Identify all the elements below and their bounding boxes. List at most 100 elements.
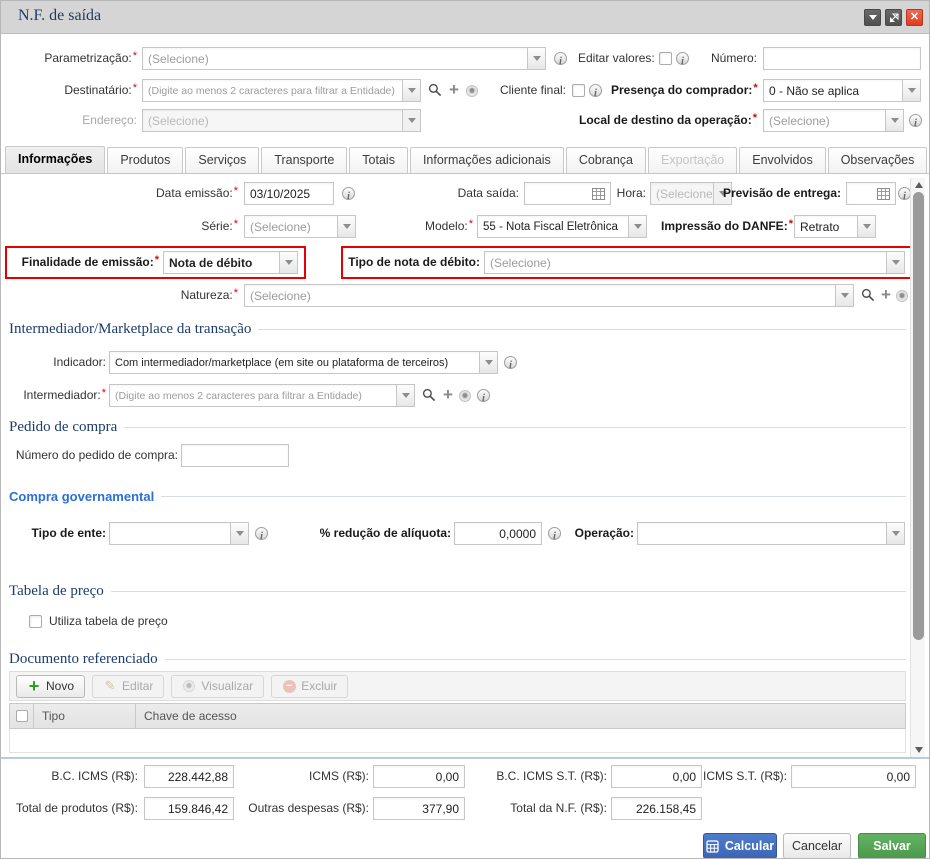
novo-button[interactable]: Novo	[16, 675, 85, 698]
tab-informacoes[interactable]: Informações	[5, 146, 105, 173]
local-destino-select[interactable]: (Selecione)	[763, 109, 904, 132]
tab-transporte[interactable]: Transporte	[261, 147, 347, 173]
close-icon[interactable]	[906, 9, 923, 26]
dropdown-arrow-icon[interactable]	[886, 523, 904, 544]
window-titlebar[interactable]: N.F. de saída	[1, 1, 929, 34]
modelo-value: 55 - Nota Fiscal Eletrônica	[478, 216, 628, 237]
cliente-final-checkbox[interactable]	[572, 84, 585, 97]
finalidade-emissao-select[interactable]: Nota de débito	[163, 251, 298, 274]
select-all-checkbox[interactable]	[10, 704, 34, 728]
parametrizacao-select[interactable]: (Selecione)	[142, 47, 546, 70]
add-icon[interactable]	[441, 387, 455, 403]
total-produtos-input[interactable]: 159.846,42	[144, 797, 234, 820]
indicador-select[interactable]: Com intermediador/marketplace (em site o…	[109, 351, 498, 374]
dropdown-arrow-icon[interactable]	[885, 110, 903, 131]
tab-totais[interactable]: Totais	[349, 147, 408, 173]
dropdown-arrow-icon[interactable]	[857, 216, 875, 237]
info-icon[interactable]	[342, 187, 355, 200]
hora-value: (Selecione)	[651, 183, 713, 204]
dropdown-arrow-icon[interactable]	[279, 252, 297, 273]
utiliza-tabela-checkbox[interactable]	[29, 615, 42, 628]
tab-exportacao: Exportação	[648, 147, 737, 173]
operacao-select[interactable]	[637, 522, 905, 545]
info-icon[interactable]	[909, 114, 922, 127]
section-compra-governamental: Compra governamental	[9, 486, 906, 506]
total-nf-input[interactable]: 226.158,45	[611, 797, 702, 820]
add-icon[interactable]	[879, 287, 893, 303]
dropdown-arrow-icon[interactable]	[902, 80, 920, 101]
calendar-icon[interactable]	[877, 188, 890, 200]
dropdown-arrow-icon[interactable]	[479, 352, 497, 373]
tipo-ente-select[interactable]	[109, 522, 249, 545]
info-icon[interactable]	[255, 527, 268, 540]
calcular-button[interactable]: Calcular	[703, 833, 777, 859]
endereco-label: Endereço:	[1, 109, 137, 132]
presenca-comprador-select[interactable]: 0 - Não se aplica	[763, 79, 921, 102]
icms-input[interactable]: 0,00	[373, 765, 465, 788]
previsao-entrega-input[interactable]	[846, 182, 896, 205]
search-icon[interactable]	[422, 388, 436, 402]
restore-icon[interactable]	[885, 9, 902, 26]
view-icon	[466, 85, 478, 97]
search-icon[interactable]	[861, 288, 875, 302]
column-header-chave[interactable]: Chave de acesso	[136, 704, 905, 728]
info-icon[interactable]	[554, 52, 567, 65]
scroll-down-icon[interactable]	[915, 747, 923, 753]
dropdown-arrow-icon[interactable]	[835, 285, 853, 306]
modelo-select[interactable]: 55 - Nota Fiscal Eletrônica	[477, 215, 647, 238]
destinatario-placeholder: (Digite ao menos 2 caracteres para filtr…	[143, 80, 402, 101]
tab-cobranca[interactable]: Cobrança	[566, 147, 646, 173]
doc-ref-table-body	[9, 729, 906, 753]
numero-pedido-input[interactable]	[181, 444, 289, 467]
tipo-nota-debito-select[interactable]: (Selecione)	[484, 251, 905, 274]
numero-input[interactable]	[763, 47, 921, 70]
info-icon[interactable]	[548, 527, 561, 540]
outras-despesas-input[interactable]: 377,90	[373, 797, 465, 820]
search-icon[interactable]	[428, 83, 442, 97]
dropdown-arrow-icon[interactable]	[628, 216, 646, 237]
section-title: Pedido de compra	[9, 419, 124, 436]
dropdown-arrow-icon[interactable]	[230, 523, 248, 544]
collapse-icon[interactable]	[864, 9, 881, 26]
intermediador-select[interactable]: (Digite ao menos 2 caracteres para filtr…	[109, 384, 415, 407]
endereco-value: (Selecione)	[143, 110, 402, 131]
tab-produtos[interactable]: Produtos	[107, 147, 183, 173]
scrollbar-thumb[interactable]	[913, 192, 924, 640]
delete-icon	[282, 679, 296, 693]
tipo-ente-value	[110, 523, 230, 544]
reducao-aliquota-input[interactable]: 0,0000	[454, 522, 542, 545]
utiliza-tabela-label: Utiliza tabela de preço	[49, 610, 209, 633]
total-produtos-label: Total de produtos (R$):	[1, 797, 138, 820]
natureza-select[interactable]: (Selecione)	[244, 284, 854, 307]
dropdown-arrow-icon[interactable]	[396, 385, 414, 406]
add-icon[interactable]	[447, 82, 461, 98]
window-controls	[864, 9, 923, 26]
destinatario-select[interactable]: (Digite ao menos 2 caracteres para filtr…	[142, 79, 421, 102]
dropdown-arrow-icon[interactable]	[886, 252, 904, 273]
dropdown-arrow-icon[interactable]	[402, 80, 420, 101]
info-icon[interactable]	[504, 356, 517, 369]
tab-envolvidos[interactable]: Envolvidos	[739, 147, 825, 173]
numero-label: Número:	[641, 47, 757, 70]
impressao-danfe-select[interactable]: Retrato	[794, 215, 876, 238]
outras-despesas-label: Outras despesas (R$):	[234, 797, 369, 820]
data-emissao-input[interactable]: 03/10/2025	[244, 182, 334, 205]
dropdown-arrow-icon[interactable]	[337, 216, 355, 237]
scroll-up-icon[interactable]	[915, 182, 923, 188]
salvar-button[interactable]: Salvar	[858, 833, 926, 859]
icms-st-input[interactable]: 0,00	[791, 765, 916, 788]
bc-icms-st-input[interactable]: 0,00	[611, 765, 702, 788]
bc-icms-label: B.C. ICMS (R$):	[1, 765, 138, 788]
tab-observacoes[interactable]: Observações	[828, 147, 928, 173]
tab-informacoes-adicionais[interactable]: Informações adicionais	[410, 147, 564, 173]
column-header-tipo[interactable]: Tipo	[34, 704, 136, 728]
info-icon[interactable]	[589, 84, 602, 97]
vertical-scrollbar[interactable]	[910, 178, 925, 757]
cancelar-button[interactable]: Cancelar	[783, 833, 851, 859]
bc-icms-input[interactable]: 228.442,88	[144, 765, 234, 788]
data-emissao-label: Data emissão:*	[101, 182, 238, 205]
dropdown-arrow-icon[interactable]	[527, 48, 545, 69]
info-icon[interactable]	[477, 389, 490, 402]
serie-select[interactable]: (Selecione)	[244, 215, 356, 238]
tab-servicos[interactable]: Serviços	[185, 147, 259, 173]
